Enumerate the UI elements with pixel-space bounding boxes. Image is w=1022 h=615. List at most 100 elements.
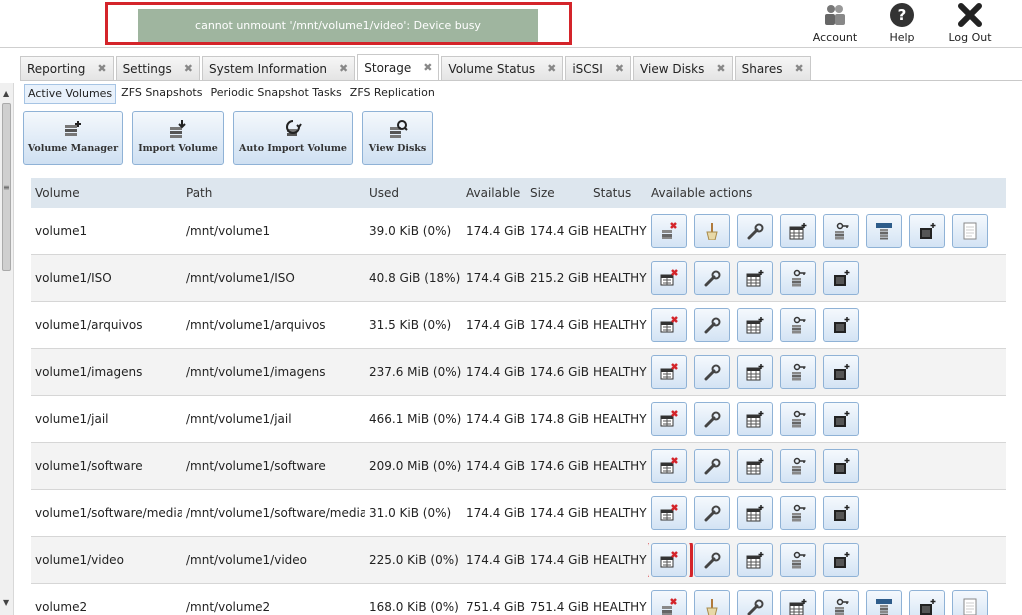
change-permissions-button[interactable] [780, 261, 816, 295]
scroll-down-icon[interactable]: ▼ [3, 598, 9, 607]
tab-view-disks[interactable]: View Disks ✖ [633, 56, 733, 80]
close-icon[interactable]: ✖ [615, 62, 624, 75]
create-snapshot-button[interactable] [823, 449, 859, 483]
edit-options-button[interactable] [694, 496, 730, 530]
cell-available: 174.4 GiB [466, 224, 526, 238]
header-status[interactable]: Status [589, 186, 648, 200]
help-button[interactable]: ? Help [880, 2, 924, 46]
destroy-dataset-button[interactable] [651, 496, 687, 530]
tab-volume-status[interactable]: Volume Status ✖ [441, 56, 564, 80]
auto-import-volume-button[interactable]: Auto Import Volume [233, 111, 353, 165]
tab-iscsi[interactable]: iSCSI ✖ [565, 56, 632, 80]
edit-options-button[interactable] [694, 449, 730, 483]
edit-options-button[interactable] [694, 543, 730, 577]
change-permissions-button[interactable] [823, 214, 859, 248]
tab-storage[interactable]: Storage ✖ [357, 54, 440, 80]
create-snapshot-button[interactable] [823, 355, 859, 389]
volume-status-button[interactable] [952, 214, 988, 248]
create-zvol-icon [876, 599, 892, 615]
detach-volume-button[interactable] [651, 590, 687, 615]
close-icon[interactable]: ✖ [97, 62, 106, 75]
edit-options-button[interactable] [737, 214, 773, 248]
detach-volume-button[interactable] [651, 214, 687, 248]
cell-size: 215.2 GiB [530, 271, 589, 285]
change-permissions-button[interactable] [780, 496, 816, 530]
close-icon[interactable]: ✖ [423, 61, 432, 74]
view-disks-button[interactable]: View Disks [362, 111, 433, 165]
tab-settings[interactable]: Settings ✖ [115, 56, 200, 80]
edit-options-button[interactable] [737, 590, 773, 615]
header-path[interactable]: Path [182, 186, 365, 200]
table-row[interactable]: volume1/software/media/mnt/volume1/softw… [31, 490, 1006, 537]
table-row[interactable]: volume1/jail/mnt/volume1/jail 466.1 MiB (… [31, 396, 1006, 443]
destroy-dataset-button[interactable] [651, 449, 687, 483]
subtab-periodic-snapshot-tasks[interactable]: Periodic Snapshot Tasks [207, 84, 344, 104]
header-size[interactable]: Size [526, 186, 589, 200]
create-dataset-button[interactable] [780, 214, 816, 248]
close-icon[interactable]: ✖ [794, 62, 803, 75]
close-icon[interactable]: ✖ [716, 62, 725, 75]
create-snapshot-button[interactable] [823, 543, 859, 577]
tab-reporting[interactable]: Reporting ✖ [20, 56, 114, 80]
create-dataset-button[interactable] [737, 496, 773, 530]
close-icon[interactable]: ✖ [184, 62, 193, 75]
table-row[interactable]: volume1/arquivos/mnt/volume1/arquivos 31.… [31, 302, 1006, 349]
scrub-volume-button[interactable] [694, 214, 730, 248]
create-snapshot-button[interactable] [823, 308, 859, 342]
table-row[interactable]: volume2/mnt/volume2 168.0 KiB (0%) 751.4 G… [31, 584, 1006, 615]
destroy-dataset-button[interactable] [651, 308, 687, 342]
volume-manager-button[interactable]: Volume Manager [23, 111, 123, 165]
change-permissions-button[interactable] [780, 308, 816, 342]
table-row[interactable]: volume1/ISO/mnt/volume1/ISO 40.8 GiB (18%… [31, 255, 1006, 302]
change-permissions-button[interactable] [780, 449, 816, 483]
create-dataset-button[interactable] [737, 402, 773, 436]
edit-options-button[interactable] [694, 261, 730, 295]
create-dataset-button[interactable] [737, 449, 773, 483]
create-dataset-button[interactable] [737, 308, 773, 342]
volume-status-button[interactable] [952, 590, 988, 615]
create-dataset-button[interactable] [737, 355, 773, 389]
close-icon[interactable]: ✖ [339, 62, 348, 75]
destroy-dataset-button[interactable] [651, 261, 687, 295]
change-permissions-button[interactable] [780, 355, 816, 389]
table-row[interactable]: volume1/imagens/mnt/volume1/imagens 237.6… [31, 349, 1006, 396]
close-icon[interactable]: ✖ [547, 62, 556, 75]
scrub-volume-button[interactable] [694, 590, 730, 615]
import-volume-button[interactable]: Import Volume [132, 111, 224, 165]
create-snapshot-button[interactable] [909, 214, 945, 248]
edit-options-button[interactable] [694, 355, 730, 389]
logout-button[interactable]: Log Out [944, 2, 996, 46]
change-permissions-button[interactable] [780, 402, 816, 436]
create-dataset-button[interactable] [737, 543, 773, 577]
cell-available: 174.4 GiB [466, 553, 526, 567]
create-zvol-button[interactable] [866, 214, 902, 248]
table-row[interactable]: volume1/video/mnt/volume1/video 225.0 KiB… [31, 537, 1006, 584]
header-used[interactable]: Used [365, 186, 462, 200]
header-volume[interactable]: Volume [31, 186, 182, 200]
destroy-dataset-button[interactable] [651, 402, 687, 436]
create-snapshot-button[interactable] [823, 402, 859, 436]
create-snapshot-button[interactable] [823, 261, 859, 295]
scroll-up-icon[interactable]: ▲ [3, 89, 9, 98]
create-dataset-button[interactable] [780, 590, 816, 615]
subtab-zfs-replication[interactable]: ZFS Replication [347, 84, 438, 104]
destroy-dataset-button[interactable] [648, 543, 693, 577]
header-available[interactable]: Available [462, 186, 526, 200]
create-snapshot-button[interactable] [823, 496, 859, 530]
tab-shares[interactable]: Shares ✖ [734, 56, 811, 80]
edit-options-button[interactable] [694, 308, 730, 342]
create-snapshot-button[interactable] [909, 590, 945, 615]
destroy-dataset-button[interactable] [651, 355, 687, 389]
left-scrollbar[interactable]: ▲ ≡ ▼ [0, 83, 14, 615]
account-button[interactable]: Account [810, 2, 860, 46]
edit-options-button[interactable] [694, 402, 730, 436]
create-zvol-button[interactable] [866, 590, 902, 615]
create-dataset-button[interactable] [737, 261, 773, 295]
change-permissions-button[interactable] [780, 543, 816, 577]
change-permissions-button[interactable] [823, 590, 859, 615]
tab-system-information[interactable]: System Information ✖ [202, 56, 356, 80]
subtab-zfs-snapshots[interactable]: ZFS Snapshots [118, 84, 205, 104]
subtab-active-volumes[interactable]: Active Volumes [24, 84, 117, 104]
table-row[interactable]: volume1/software/mnt/volume1/software 209… [31, 443, 1006, 490]
table-row[interactable]: volume1/mnt/volume1 39.0 KiB (0%) 174.4 Gi… [31, 208, 1006, 255]
